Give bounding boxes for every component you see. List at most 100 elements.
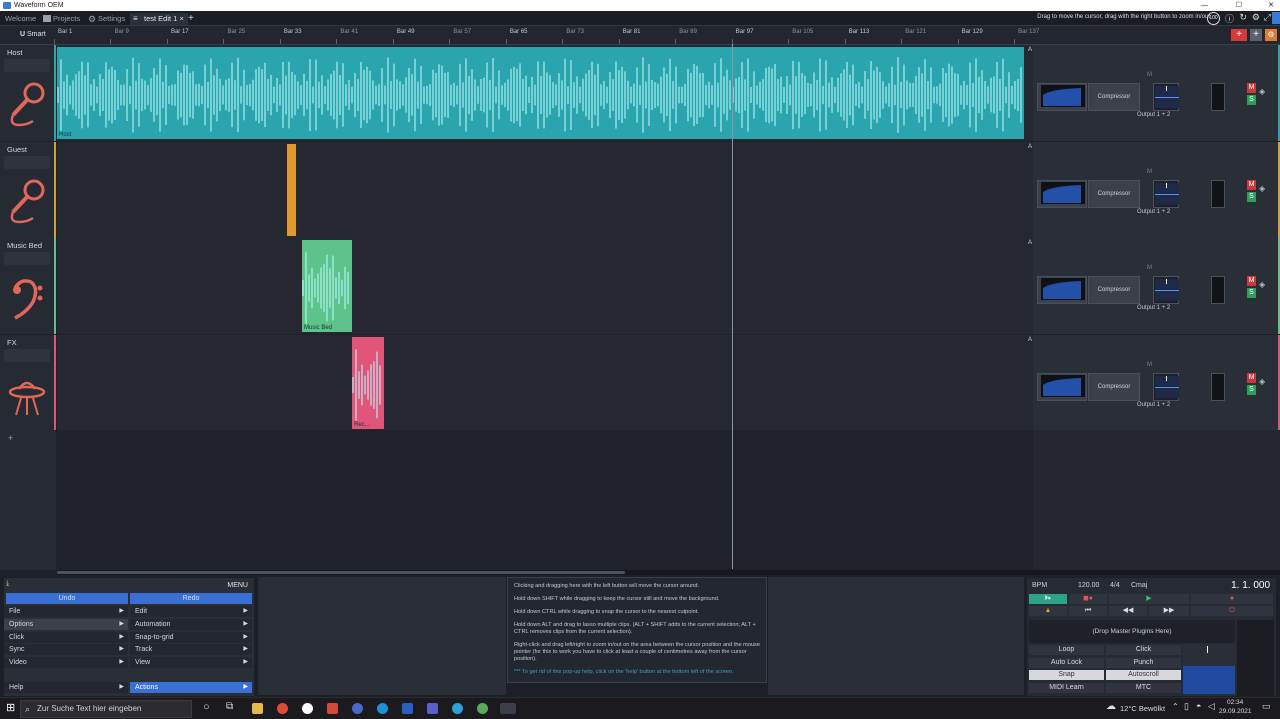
plugin-slot[interactable] [1211,373,1225,401]
track-name[interactable]: FX [7,338,17,347]
menu-item-snap-to-grid[interactable]: Snap-to-grid ▶ [130,631,252,643]
rewind-button[interactable]: ◀◀ [1109,606,1147,616]
weather-text[interactable]: 12°C Bewölkt [1120,704,1165,713]
scrollbar-thumb[interactable] [57,571,625,574]
menu-item-options[interactable]: Options ▶ [4,618,128,630]
track-input-slot[interactable] [4,156,50,169]
track-lane[interactable]: Music Bed A [57,238,1033,334]
app-icon[interactable] [477,703,488,714]
track-input-slot[interactable] [4,252,50,265]
word-icon[interactable] [402,703,413,714]
track-lane[interactable]: Host A [57,45,1033,141]
clock-time[interactable]: 02:34 [1227,699,1243,706]
solo-button[interactable]: S [1247,385,1256,395]
track-name[interactable]: Guest [7,145,27,154]
plugin-slot[interactable]: Compressor [1088,83,1140,111]
track-header[interactable]: Host [0,45,56,141]
volume-meter[interactable] [1155,376,1179,398]
undo-button[interactable]: Undo [6,593,128,604]
record-settings-icon[interactable]: ⚙ [1265,29,1277,41]
track-input-slot[interactable] [4,349,50,362]
office-icon[interactable] [327,703,338,714]
mute-button[interactable]: M [1247,276,1256,286]
master-fader-cap[interactable] [1207,646,1208,653]
close-button[interactable]: ✕ [1268,0,1274,11]
playhead-cursor[interactable] [732,44,733,569]
key-signature[interactable]: Cmaj [1131,582,1147,589]
mute-button[interactable]: M [1247,83,1256,93]
autoscroll-button[interactable]: Autoscroll [1106,670,1181,681]
track-header[interactable]: FX [0,335,56,431]
menu-item-track[interactable]: Track ▶ [130,644,252,656]
network-icon[interactable]: ◓ [1196,701,1201,711]
horizontal-scrollbar[interactable] [57,570,1280,575]
teams-icon[interactable] [427,703,438,714]
menu-item-sync[interactable]: Sync ▶ [4,644,128,656]
volume-fader-cap[interactable] [1166,86,1167,91]
track-output[interactable]: Output 1 + 2 [1137,402,1170,408]
edge-icon[interactable] [452,703,463,714]
click-button[interactable]: Click [1106,645,1181,655]
arrange-empty-area[interactable] [57,430,1033,570]
volume-meter[interactable] [1155,279,1179,301]
record-button[interactable]: ● [1191,594,1273,604]
volume-meter[interactable] [1155,86,1179,108]
fullscreen-icon[interactable]: ⤢ [1264,12,1271,23]
volume-fader-cap[interactable] [1166,279,1167,284]
menu-item-view[interactable]: View ▶ [130,657,252,669]
volume-fader-cap[interactable] [1166,376,1167,381]
chrome-icon[interactable] [277,703,288,714]
timeline-ruler[interactable]: U Smart Bar 1 Bar 17 Bar 33 Bar 49 Bar 65 Bar… [0,26,1280,45]
volume-meter[interactable] [1155,183,1179,205]
menu-item-click[interactable]: Click ▶ [4,631,128,643]
info-icon[interactable]: ⓘ [1225,12,1234,25]
track-name[interactable]: Music Bed [7,241,42,250]
tab-settings[interactable]: ⚙ Settings [88,13,125,25]
track-settings-icon[interactable]: ◈ [1259,280,1265,289]
master-volume[interactable] [1183,644,1235,694]
plugin-slot[interactable]: Compressor [1088,180,1140,208]
mute-button[interactable]: M [1247,373,1256,383]
solo-button[interactable]: S [1247,192,1256,202]
record-loop-button[interactable]: ◼● [1069,594,1107,604]
zoom-level-button[interactable]: 100 [1207,12,1220,25]
tab-test-edit[interactable]: ≡ test Edit 1 × [130,13,188,25]
audio-clip[interactable] [287,144,296,236]
track-header[interactable]: Guest [0,142,56,238]
solo-button[interactable]: S [1247,288,1256,298]
track-lane[interactable]: Rec... A [57,335,1033,431]
menu-item-help[interactable]: Help ▶ [4,682,128,693]
task-view-icon[interactable]: ⧉ [226,701,233,712]
add-button[interactable]: + [1250,29,1262,41]
power-icon[interactable]: ⏻ [1191,606,1273,616]
waveform-taskbar-icon[interactable] [500,703,516,714]
menu-item-file[interactable]: File ▶ [4,606,128,617]
cortana-icon[interactable]: ○ [203,701,210,713]
track-output[interactable]: Output 1 + 2 [1137,305,1170,311]
bpm-value[interactable]: 120.00 [1078,582,1099,589]
play-button[interactable]: ▶ [1109,594,1189,604]
track-lane[interactable]: A [57,142,1033,238]
punch-button[interactable]: Punch [1106,657,1181,668]
tab-projects[interactable]: Projects [43,13,80,25]
mtc-button[interactable]: MTC [1106,683,1181,694]
plugin-slot[interactable] [1211,180,1225,208]
menu-item-edit[interactable]: Edit ▶ [130,606,252,617]
smart-toggle[interactable]: U Smart [20,31,46,38]
download-icon[interactable]: ⤓ [6,580,9,588]
redo-button[interactable]: Redo [130,593,252,604]
mute-button[interactable]: M [1247,180,1256,190]
menu-item-actions[interactable]: Actions ▶ [130,682,252,693]
add-track-plus[interactable]: + [8,433,13,443]
track-input-slot[interactable] [4,59,50,72]
automation-toggle[interactable]: A [1028,144,1032,150]
window-icon[interactable] [1272,12,1280,24]
audio-clip[interactable]: Music Bed [302,240,352,332]
track-output[interactable]: Output 1 + 2 [1137,112,1170,118]
menu-item-automation[interactable]: Automation ▶ [130,618,252,630]
skype-icon[interactable] [377,703,388,714]
windows-start-icon[interactable]: ⊞ [6,701,15,714]
audio-clip[interactable]: Rec... [352,337,384,429]
warning-icon[interactable]: ▲ [1029,606,1067,616]
tab-welcome[interactable]: Welcome [5,13,36,25]
